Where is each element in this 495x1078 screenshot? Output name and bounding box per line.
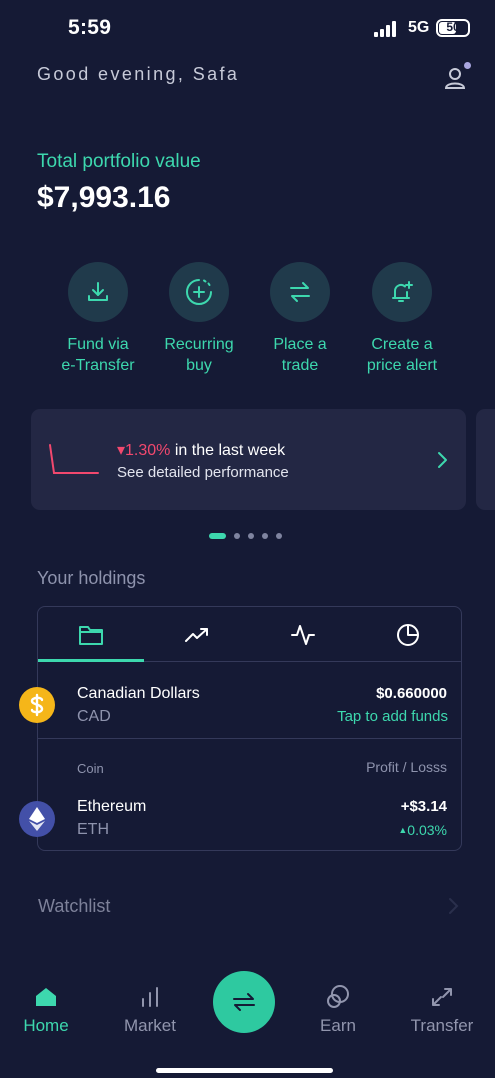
performance-percent: 1.30%: [125, 442, 171, 459]
chevron-right-icon[interactable]: [447, 896, 459, 916]
holdings-title: Your holdings: [37, 568, 146, 588]
performance-sparkline: [48, 443, 100, 477]
nav-transfer[interactable]: Transfer: [397, 984, 487, 1036]
create-price-alert-button[interactable]: Create a price alert: [347, 262, 457, 376]
nav-earn[interactable]: Earn: [293, 984, 383, 1036]
next-card-peek[interactable]: [476, 409, 495, 510]
pagination-dot[interactable]: [234, 533, 240, 539]
home-icon: [1, 984, 91, 1010]
nav-earn-label: Earn: [320, 1016, 356, 1035]
coin-symbol: ETH: [77, 821, 109, 838]
bar-chart-icon: [105, 984, 195, 1010]
fund-etransfer-button[interactable]: Fund via e-Transfer: [43, 262, 153, 376]
pagination-dot-active[interactable]: [209, 533, 226, 539]
tab-performance[interactable]: [144, 607, 250, 662]
folder-icon: [79, 625, 103, 645]
action-label-line2: buy: [186, 357, 212, 374]
tab-allocation[interactable]: [355, 607, 461, 662]
profit-loss-column-header: Profit / Losss: [366, 759, 447, 775]
cash-name[interactable]: Canadian Dollars: [77, 685, 200, 703]
cash-symbol: CAD: [77, 708, 111, 725]
ethereum-icon: [19, 801, 55, 837]
coin-column-header: Coin: [77, 761, 104, 776]
status-time: 5:59: [68, 16, 112, 39]
action-label-line1: Create a: [371, 336, 433, 353]
nav-home[interactable]: Home: [1, 984, 91, 1036]
place-trade-button[interactable]: Place a trade: [245, 262, 355, 376]
trade-fab-button[interactable]: [213, 971, 275, 1033]
active-tab-indicator: [38, 659, 144, 662]
portfolio-value: $7,993.16: [37, 181, 171, 214]
coin-name[interactable]: Ethereum: [77, 798, 146, 816]
home-indicator: [156, 1068, 333, 1073]
action-label-line2: price alert: [366, 357, 438, 374]
performance-change: ▾1.30% in the last week: [117, 440, 285, 460]
action-label-line2: e-Transfer: [61, 357, 135, 374]
action-label-line1: Recurring: [164, 336, 234, 353]
tab-activity[interactable]: [250, 607, 356, 662]
pulse-icon: [291, 624, 315, 645]
tab-holdings[interactable]: [38, 607, 144, 662]
watchlist-title[interactable]: Watchlist: [38, 896, 110, 917]
pagination-dot[interactable]: [262, 533, 268, 539]
coins-icon: [293, 984, 383, 1010]
recurring-buy-button[interactable]: Recurring buy: [144, 262, 254, 376]
up-triangle-icon: ▲: [398, 825, 408, 835]
nav-home-label: Home: [23, 1016, 69, 1035]
battery-level: 50: [446, 20, 460, 34]
action-label-line2: trade: [281, 357, 319, 374]
coin-profit-percent: 0.03%: [407, 822, 447, 838]
nav-market-label: Market: [124, 1016, 176, 1035]
detailed-performance-link[interactable]: See detailed performance: [117, 464, 289, 481]
bell-plus-icon: [372, 262, 432, 322]
performance-period: in the last week: [170, 442, 286, 459]
pie-chart-icon: [397, 623, 419, 646]
down-triangle-icon: ▾: [117, 442, 126, 459]
network-label: 5G: [408, 19, 430, 36]
carousel-pagination: [209, 533, 282, 539]
coin-profit-percent-row: ▲0.03%: [398, 822, 447, 838]
nav-market[interactable]: Market: [105, 984, 195, 1036]
recurring-plus-icon: [169, 262, 229, 322]
greeting: Good evening, Safa: [37, 64, 240, 84]
row-divider: [38, 738, 461, 739]
add-funds-link[interactable]: Tap to add funds: [337, 708, 448, 725]
portfolio-label: Total portfolio value: [37, 151, 201, 172]
coin-profit: +$3.14: [400, 798, 447, 815]
notification-dot: [464, 62, 471, 69]
battery-icon: 50: [436, 19, 470, 37]
download-icon: [68, 262, 128, 322]
cash-amount: $0.660000: [376, 685, 447, 702]
swap-arrows-icon: [233, 993, 255, 1011]
dollar-coin-icon: [19, 687, 55, 723]
pagination-dot[interactable]: [248, 533, 254, 539]
trend-up-icon: [185, 627, 208, 642]
action-label-line1: Place a: [273, 336, 327, 353]
pagination-dot[interactable]: [276, 533, 282, 539]
signal-icon: [374, 21, 398, 37]
action-label-line1: Fund via: [67, 336, 129, 353]
swap-arrows-icon: [270, 262, 330, 322]
transfer-arrows-icon: [397, 984, 487, 1010]
nav-transfer-label: Transfer: [410, 1016, 474, 1035]
chevron-right-icon[interactable]: [434, 450, 450, 470]
